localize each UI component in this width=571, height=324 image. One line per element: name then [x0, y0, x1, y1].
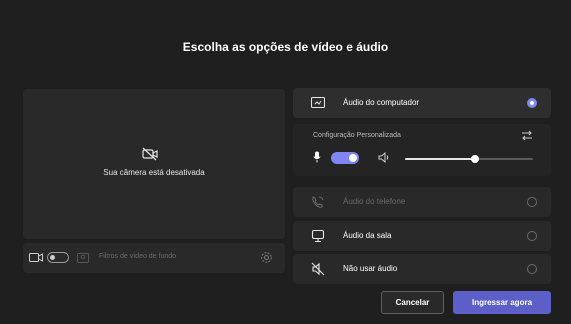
camera-toggle[interactable] [47, 252, 69, 263]
swap-icon[interactable] [521, 130, 533, 141]
gear-icon[interactable] [260, 251, 273, 264]
custom-config-label: Configuração Personalizada [313, 132, 401, 139]
no-audio-label: Não usar áudio [343, 264, 398, 273]
computer-audio-icon [311, 96, 325, 109]
volume-slider-fill [405, 158, 476, 160]
phone-audio-icon [312, 196, 324, 208]
camera-controls-bar: Filtros de vídeo de fundo [23, 243, 285, 273]
dialog-title: Escolha as opções de vídeo e áudio [182, 40, 389, 54]
no-audio-radio[interactable] [527, 264, 537, 274]
microphone-toggle[interactable] [331, 152, 359, 164]
room-audio-label: Áudio da sala [343, 231, 392, 240]
cancel-button[interactable]: Cancelar [381, 291, 444, 314]
room-audio-icon [311, 229, 325, 243]
computer-audio-label: Áudio do computador [343, 98, 420, 107]
phone-audio-radio[interactable] [527, 197, 537, 207]
audio-option-phone[interactable]: Áudio do telefone [293, 187, 551, 217]
room-audio-radio[interactable] [527, 231, 537, 241]
microphone-toggle-knob [349, 154, 357, 162]
no-audio-icon [311, 262, 325, 276]
computer-audio-radio[interactable] [527, 98, 537, 108]
camera-off-text: Sua câmera está desativada [103, 168, 205, 177]
camera-toggle-knob [50, 255, 55, 260]
video-preview: Sua câmera está desativada [23, 89, 285, 239]
speaker-icon [378, 152, 389, 163]
camera-icon [29, 253, 43, 262]
phone-audio-label: Áudio do telefone [343, 197, 406, 206]
audio-option-none[interactable]: Não usar áudio [293, 254, 551, 284]
audio-option-room[interactable]: Áudio da sala [293, 221, 551, 251]
background-effects-label[interactable]: Filtros de vídeo de fundo [99, 253, 176, 260]
custom-config-section: Configuração Personalizada [293, 124, 551, 176]
audio-option-computer[interactable]: Áudio do computador [293, 88, 551, 118]
background-effects-icon [77, 253, 89, 263]
join-now-button[interactable]: Ingressar agora [453, 291, 551, 314]
microphone-icon [313, 151, 321, 163]
volume-slider[interactable] [405, 155, 533, 163]
camera-off-icon [142, 147, 158, 161]
volume-slider-thumb[interactable] [471, 155, 480, 163]
